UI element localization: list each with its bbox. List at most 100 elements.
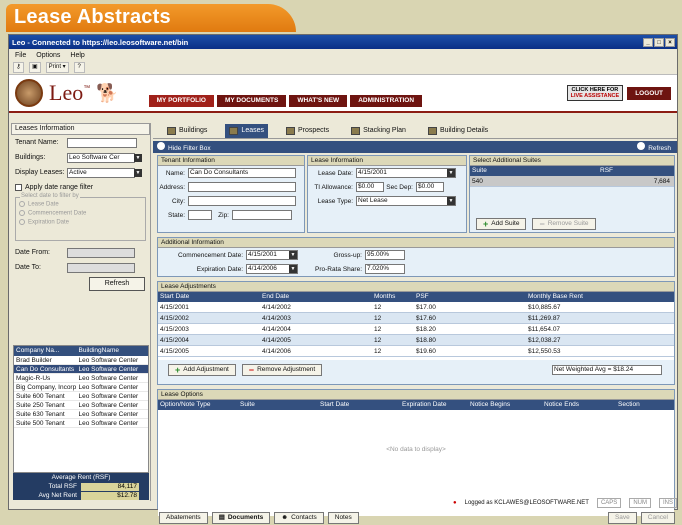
nav-my-documents[interactable]: MY DOCUMENTS — [216, 95, 287, 107]
nav-whats-new[interactable]: WHAT'S NEW — [289, 95, 348, 107]
logout-button[interactable]: LOGOUT — [627, 86, 671, 100]
gross-up-input[interactable]: 95.00% — [365, 250, 405, 260]
chevron-down-icon[interactable]: ▼ — [289, 265, 297, 273]
table-row[interactable]: Suite 600 Tenant Leo Software Center — [14, 392, 148, 401]
tenant-name-input[interactable] — [67, 137, 137, 148]
apply-filter-checkbox[interactable] — [15, 184, 22, 191]
table-row[interactable]: Big Company, Incorp Leo Software Center — [14, 383, 148, 392]
date-from-input[interactable] — [67, 247, 135, 258]
tab-label: Stacking Plan — [363, 127, 406, 134]
radio-commencement-date[interactable] — [19, 210, 25, 216]
display-leases-select[interactable]: Active — [67, 167, 135, 178]
abatements-button[interactable]: Abatements — [159, 512, 208, 524]
menu-help[interactable]: Help — [70, 52, 84, 59]
key-icon[interactable]: ⚷ — [13, 62, 24, 73]
tab-prospects[interactable]: Prospects — [282, 124, 333, 138]
documents-button[interactable]: ▤ Documents — [211, 512, 271, 524]
menu-file[interactable]: File — [15, 52, 26, 59]
chevron-down-icon[interactable]: ▼ — [289, 251, 297, 259]
menu-options[interactable]: Options — [36, 52, 60, 59]
table-row[interactable]: Brad Builder Leo Software Center — [14, 356, 148, 365]
minimize-icon[interactable]: _ — [643, 37, 653, 47]
table-row[interactable]: Suite 630 Tenant Leo Software Center — [14, 410, 148, 419]
col-rent[interactable]: Monthly Base Rent — [528, 292, 658, 302]
help-icon[interactable]: ? — [73, 62, 85, 73]
maximize-icon[interactable]: □ — [654, 37, 664, 47]
col-building[interactable]: BuildingName — [77, 346, 148, 356]
cell: 12 — [374, 315, 382, 322]
table-row[interactable]: 540 7,684 — [470, 176, 674, 187]
table-row[interactable]: 4/15/2001 4/14/2002 12 $17.00 $10,885.67 — [158, 302, 674, 313]
col-start-date[interactable]: Start Date — [320, 400, 402, 410]
chevron-down-icon[interactable]: ▼ — [447, 197, 455, 205]
col-expiration-date[interactable]: Expiration Date — [402, 400, 470, 410]
name-input[interactable]: Can Do Consultants — [188, 168, 296, 178]
lease-info-panel: Lease Information Lease Date: 4/15/2001 ▼ … — [307, 155, 467, 233]
remove-adjustment-button[interactable]: − Remove Adjustment — [241, 364, 323, 376]
date-to-input[interactable] — [67, 262, 135, 273]
nav-my-portfolio[interactable]: MY PORTFOLIO — [148, 95, 214, 107]
tab-building-details[interactable]: Building Details — [424, 124, 492, 138]
cell: 4/14/2006 — [262, 348, 291, 355]
col-company[interactable]: Company Na... — [14, 346, 77, 356]
chevron-down-icon[interactable]: ▼ — [134, 168, 142, 177]
lease-date-input[interactable]: 4/15/2001 — [356, 168, 456, 178]
state-input[interactable] — [188, 210, 212, 220]
window-title: Leo - Connected to https://leo.leosoftwa… — [12, 37, 189, 47]
col-end[interactable]: End Date — [262, 292, 374, 302]
tab-label: Leases — [241, 127, 264, 134]
tab-leases[interactable]: Leases — [225, 123, 268, 138]
chevron-down-icon[interactable]: ▼ — [134, 153, 142, 162]
address-input[interactable] — [188, 182, 296, 192]
chevron-down-icon[interactable]: ▼ — [447, 169, 455, 177]
add-adjustment-button[interactable]: + Add Adjustment — [168, 364, 236, 376]
buildings-select[interactable]: Leo Software Cer — [67, 152, 135, 163]
table-row[interactable]: 4/15/2002 4/14/2003 12 $17.60 $11,269.87 — [158, 313, 674, 324]
table-row[interactable]: Suite 500 Tenant Leo Software Center — [14, 419, 148, 428]
col-suite[interactable]: Suite — [240, 400, 320, 410]
avg-net-rent-value: $12.78 — [81, 491, 139, 500]
tab-buildings[interactable]: Buildings — [163, 124, 211, 138]
col-section[interactable]: Section — [618, 400, 674, 410]
add-suite-button[interactable]: + Add Suite — [476, 218, 527, 230]
save-label: Save — [614, 514, 630, 521]
tab-stacking-plan[interactable]: Stacking Plan — [347, 124, 410, 138]
ti-input[interactable]: $0.00 — [356, 182, 384, 192]
refresh-button[interactable]: Refresh — [89, 277, 145, 291]
col-months[interactable]: Months — [374, 292, 416, 302]
date-from-row: Date From: — [11, 245, 150, 260]
cancel-button[interactable]: Cancel — [640, 512, 675, 524]
remove-suite-button[interactable]: − Remove Suite — [532, 218, 596, 230]
zip-input[interactable] — [232, 210, 292, 220]
col-option-type[interactable]: Option/Note Type — [158, 400, 240, 410]
col-notice-begins[interactable]: Notice Begins — [470, 400, 544, 410]
col-notice-ends[interactable]: Notice Ends — [544, 400, 618, 410]
table-row[interactable]: Suite 250 Tenant Leo Software Center — [14, 401, 148, 410]
table-row[interactable]: Magic-R-Us Leo Software Center — [14, 374, 148, 383]
pro-rata-input[interactable]: 7.020% — [365, 264, 405, 274]
print-button[interactable]: Print ▾ — [45, 62, 69, 73]
col-psf[interactable]: PSF — [416, 292, 528, 302]
save-button[interactable]: Save — [607, 512, 637, 524]
city-input[interactable] — [188, 196, 296, 206]
table-row[interactable]: 4/15/2004 4/14/2005 12 $18.80 $12,038.27 — [158, 335, 674, 346]
close-icon[interactable]: × — [665, 37, 675, 47]
table-row[interactable]: 4/15/2003 4/14/2004 12 $18.20 $11,654.07 — [158, 324, 674, 335]
save-icon[interactable]: ▣ — [29, 62, 41, 73]
radio-expiration-date[interactable] — [19, 219, 25, 225]
gross-up-label: Gross-up: — [333, 251, 362, 259]
contacts-button[interactable]: ☻ Contacts — [274, 512, 324, 524]
table-row[interactable]: 4/15/2005 4/14/2006 12 $19.60 $12,550.53 — [158, 346, 674, 357]
lease-type-select[interactable]: Net Lease — [356, 196, 456, 206]
cell: 12 — [374, 337, 382, 344]
col-start[interactable]: Start Date — [158, 292, 262, 302]
notes-button[interactable]: Notes — [327, 512, 359, 524]
sec-dep-input[interactable]: $0.00 — [416, 182, 444, 192]
table-row[interactable]: Can Do Consultants Leo Software Center — [14, 365, 148, 374]
live-assistance-button[interactable]: CLICK HERE FOR LIVE ASSISTANCE — [566, 85, 624, 101]
nav-administration[interactable]: ADMINISTRATION — [350, 95, 423, 107]
radio-lease-date[interactable] — [19, 201, 25, 207]
hide-filter-button[interactable]: Hide Filter Box — [157, 142, 211, 152]
cell: 4/15/2002 — [160, 315, 189, 322]
refresh-link[interactable]: Refresh — [637, 142, 671, 152]
